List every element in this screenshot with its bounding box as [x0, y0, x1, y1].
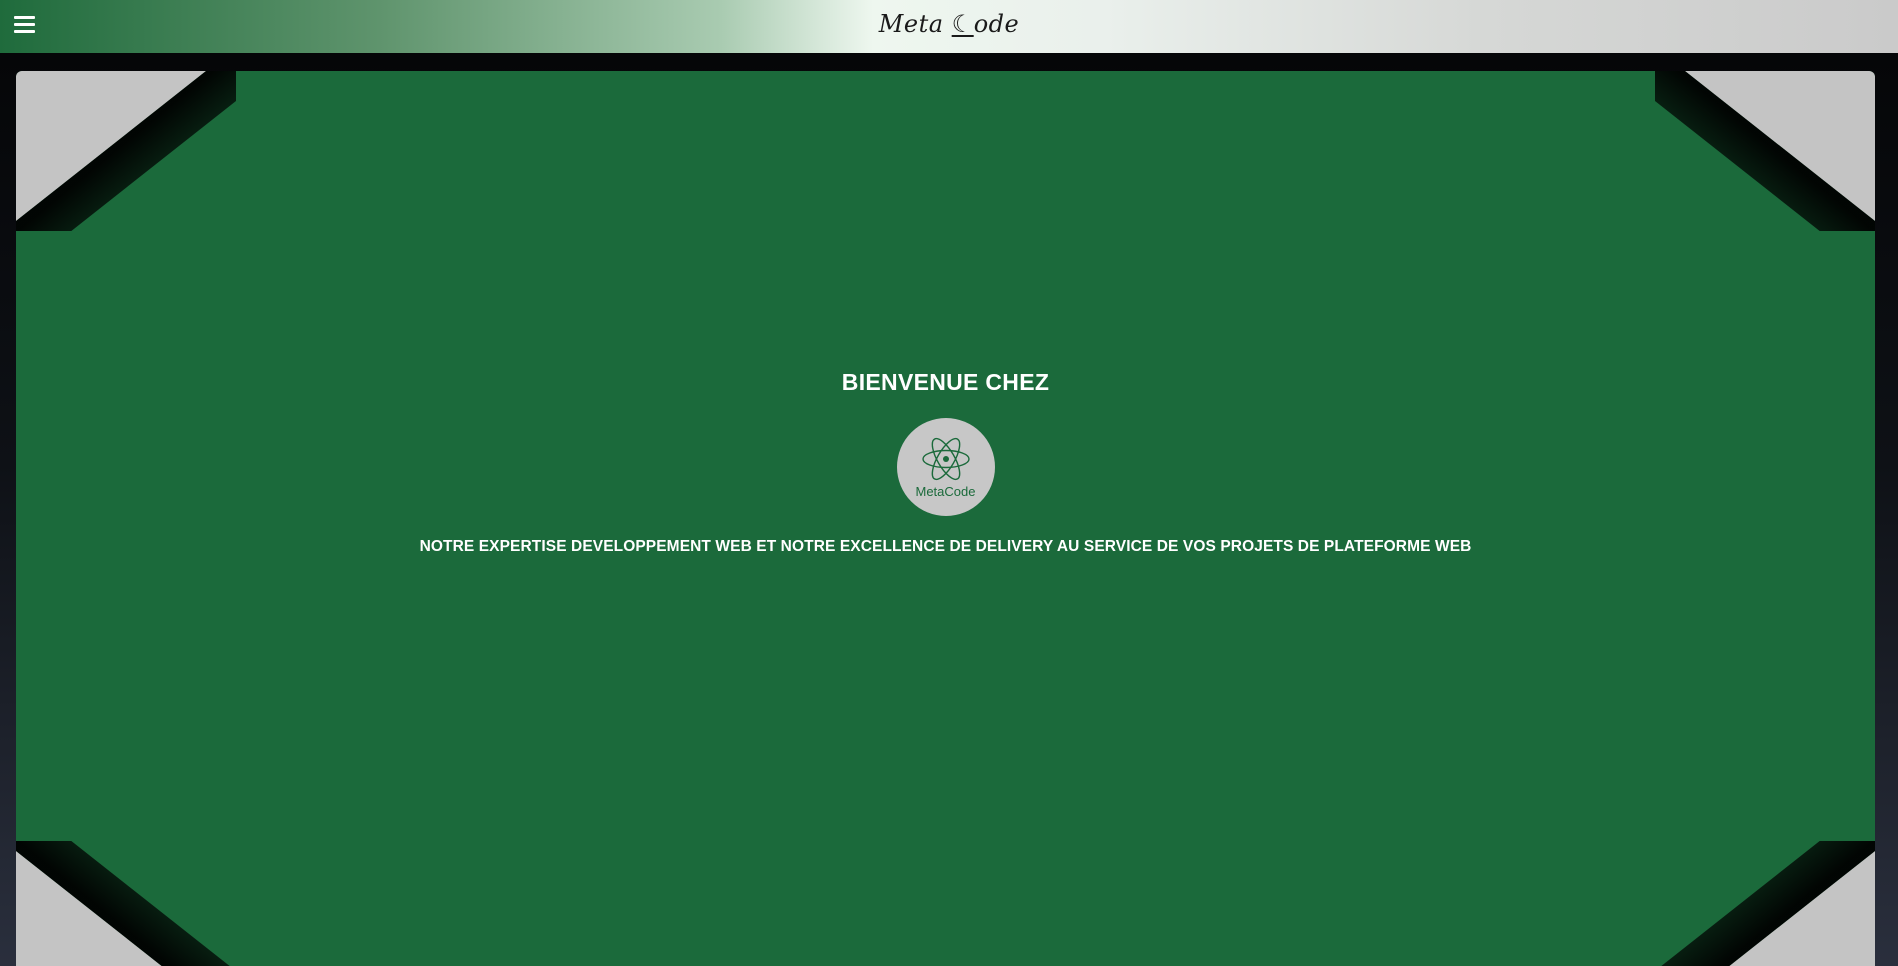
- logo-text: MetaCode: [915, 483, 976, 499]
- metacode-logo: MetaCode: [896, 418, 995, 516]
- welcome-heading: BIENVENUE CHEZ: [841, 369, 1050, 395]
- hero-content: BIENVENUE CHEZ MetaCode NOTRE EXPERTISE …: [16, 71, 1875, 966]
- brand-prefix: Meta: [878, 10, 944, 38]
- hero-panel: BIENVENUE CHEZ MetaCode NOTRE EXPERTISE …: [16, 71, 1875, 966]
- brand-logo[interactable]: Meta ☾ode: [0, 10, 1898, 38]
- hero-tagline: NOTRE EXPERTISE DEVELOPPEMENT WEB ET NOT…: [419, 538, 1472, 555]
- top-navbar: Meta ☾ode: [0, 0, 1898, 53]
- brand-suffix: ode: [973, 10, 1020, 38]
- brand-moon-icon: ☾: [951, 10, 974, 38]
- atom-icon: [921, 437, 970, 480]
